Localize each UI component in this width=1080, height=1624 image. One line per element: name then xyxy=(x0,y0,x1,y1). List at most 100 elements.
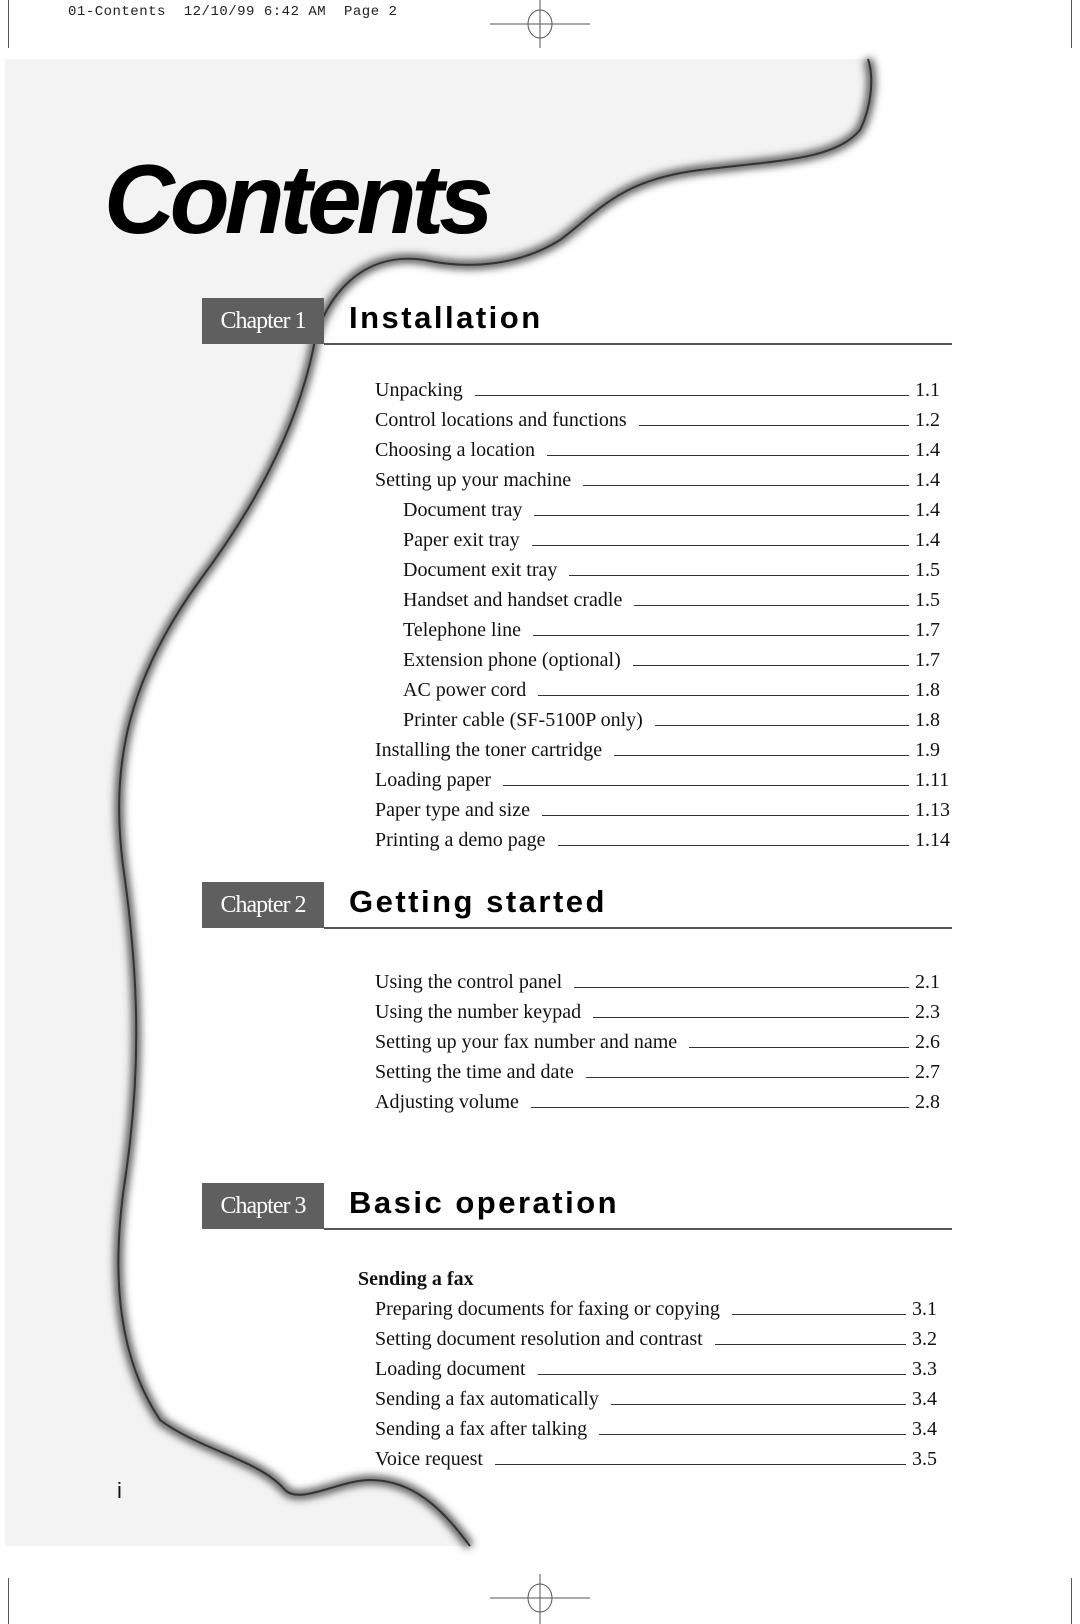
slug-time: 6:42 AM xyxy=(263,4,327,20)
toc-entry-page: 1.9 xyxy=(915,739,940,761)
toc-entry[interactable]: Printer cable (SF-5100P only) 1.8 xyxy=(375,705,955,735)
toc-entry[interactable]: Sending a fax automatically 3.4 xyxy=(375,1384,952,1414)
toc-entry[interactable]: Voice request 3.5 xyxy=(375,1444,952,1474)
toc-leader-line xyxy=(610,1384,906,1405)
toc-entry-label: Adjusting volume xyxy=(375,1091,519,1113)
toc-entry-page: 3.4 xyxy=(912,1418,937,1440)
toc-entry[interactable]: Loading paper 1.11 xyxy=(375,765,955,795)
toc-entry[interactable]: Document exit tray 1.5 xyxy=(375,555,955,585)
toc-leader-line xyxy=(574,967,909,988)
toc-entry[interactable]: Setting the time and date 2.7 xyxy=(375,1057,955,1087)
toc-entry-label: Loading paper xyxy=(375,769,492,791)
toc-entry-page: 1.13 xyxy=(915,799,950,821)
toc-entry[interactable]: Choosing a location 1.4 xyxy=(375,435,955,465)
toc-leader-line xyxy=(474,375,909,396)
toc-entry-page: 1.7 xyxy=(915,649,940,671)
toc-entry-label: Voice request xyxy=(375,1448,483,1470)
toc-entry[interactable]: AC power cord 1.8 xyxy=(375,675,955,705)
toc-entry-page: 2.6 xyxy=(915,1031,940,1053)
toc-entry[interactable]: Printing a demo page 1.14 xyxy=(375,825,955,855)
toc-entry[interactable]: Setting up your machine 1.4 xyxy=(375,465,955,495)
toc-leader-line xyxy=(731,1294,906,1315)
registration-mark-bottom-icon xyxy=(490,1574,590,1624)
toc-entry[interactable]: Handset and handset cradle 1.5 xyxy=(375,585,955,615)
toc-leader-line xyxy=(534,495,909,516)
print-slug: 01-Contents 12/10/99 6:42 AM Page 2 xyxy=(68,4,397,20)
chapter-title: Getting started xyxy=(349,884,607,919)
toc-entry-label: Using the control panel xyxy=(375,971,563,993)
toc-entry[interactable]: Using the control panel 2.1 xyxy=(375,967,955,997)
page-title: Contents xyxy=(104,144,494,254)
toc-entry[interactable]: Installing the toner cartridge 1.9 xyxy=(375,735,955,765)
crop-mark-top-right xyxy=(1071,0,1072,48)
toc-entry-page: 1.8 xyxy=(915,679,940,701)
toc-entry-label: Extension phone (optional) xyxy=(403,649,621,671)
toc-entry-page: 1.5 xyxy=(915,559,940,581)
toc-entry-label: Paper type and size xyxy=(375,799,530,821)
chapter-1-toc: Unpacking 1.1 Control locations and functi… xyxy=(375,375,955,855)
chapter-rule xyxy=(324,343,952,345)
toc-leader-line xyxy=(593,997,909,1018)
slug-page: Page 2 xyxy=(343,4,398,20)
toc-entry[interactable]: Setting up your fax number and name 2.6 xyxy=(375,1027,955,1057)
toc-entry[interactable]: Setting document resolution and contrast… xyxy=(375,1324,952,1354)
toc-leader-line xyxy=(503,765,909,786)
toc-entry-label: Sending a fax automatically xyxy=(375,1388,599,1410)
toc-entry-page: 3.3 xyxy=(912,1358,937,1380)
toc-leader-line xyxy=(569,555,909,576)
toc-leader-line xyxy=(634,585,909,606)
toc-entry-label: Printing a demo page xyxy=(375,829,546,851)
toc-entry[interactable]: Loading document 3.3 xyxy=(375,1354,952,1384)
toc-leader-line xyxy=(557,825,909,846)
toc-entry[interactable]: Telephone line 1.7 xyxy=(375,615,955,645)
toc-entry[interactable]: Paper exit tray 1.4 xyxy=(375,525,955,555)
toc-entry[interactable]: Extension phone (optional) 1.7 xyxy=(375,645,955,675)
toc-leader-line xyxy=(585,1057,909,1078)
section-heading-sending-a-fax: Sending a fax xyxy=(358,1268,474,1290)
chapter-title: Basic operation xyxy=(349,1185,620,1220)
chapter-1-header: Chapter 1 Installation xyxy=(202,298,952,345)
toc-entry-label: Setting up your machine xyxy=(375,469,572,491)
toc-entry-page: 1.1 xyxy=(915,379,940,401)
toc-entry-page: 3.4 xyxy=(912,1388,937,1410)
chapter-3-toc: Preparing documents for faxing or copyin… xyxy=(375,1294,952,1474)
toc-leader-line xyxy=(714,1324,906,1345)
toc-entry-label: Sending a fax after talking xyxy=(375,1418,588,1440)
toc-entry-label: Setting document resolution and contrast xyxy=(375,1328,703,1350)
toc-entry[interactable]: Control locations and functions 1.2 xyxy=(375,405,955,435)
toc-entry-page: 1.11 xyxy=(915,769,950,791)
toc-entry-label: Document exit tray xyxy=(403,559,558,581)
chapter-2-toc: Using the control panel 2.1 Using the numb… xyxy=(375,967,955,1117)
chapter-title: Installation xyxy=(349,300,543,335)
toc-entry-label: AC power cord xyxy=(403,679,527,701)
toc-entry[interactable]: Sending a fax after talking 3.4 xyxy=(375,1414,952,1444)
chapter-rule xyxy=(324,927,952,929)
toc-leader-line xyxy=(654,705,909,726)
toc-entry-page: 1.4 xyxy=(915,499,940,521)
toc-entry-label: Handset and handset cradle xyxy=(403,589,623,611)
toc-entry-label: Printer cable (SF-5100P only) xyxy=(403,709,643,731)
toc-leader-line xyxy=(538,675,909,696)
slug-file: 01-Contents xyxy=(68,4,166,20)
toc-entry[interactable]: Unpacking 1.1 xyxy=(375,375,955,405)
toc-entry-label: Telephone line xyxy=(403,619,521,641)
toc-entry[interactable]: Paper type and size 1.13 xyxy=(375,795,955,825)
toc-entry[interactable]: Using the number keypad 2.3 xyxy=(375,997,955,1027)
toc-entry-page: 2.1 xyxy=(915,971,940,993)
chapter-rule xyxy=(324,1228,952,1230)
toc-entry-page: 1.14 xyxy=(915,829,950,851)
toc-leader-line xyxy=(531,525,909,546)
toc-entry-label: Document tray xyxy=(403,499,523,521)
chapter-3-header: Chapter 3 Basic operation xyxy=(202,1183,952,1230)
toc-leader-line xyxy=(541,795,909,816)
toc-entry[interactable]: Document tray 1.4 xyxy=(375,495,955,525)
toc-leader-line xyxy=(614,735,909,756)
registration-mark-top-icon xyxy=(490,0,590,48)
toc-leader-line xyxy=(530,1087,909,1108)
toc-entry-page: 1.4 xyxy=(915,529,940,551)
toc-entry-page: 1.2 xyxy=(915,409,940,431)
toc-entry-label: Installing the toner cartridge xyxy=(375,739,603,761)
toc-entry-label: Setting up your fax number and name xyxy=(375,1031,678,1053)
toc-entry[interactable]: Preparing documents for faxing or copyin… xyxy=(375,1294,952,1324)
toc-entry[interactable]: Adjusting volume 2.8 xyxy=(375,1087,955,1117)
